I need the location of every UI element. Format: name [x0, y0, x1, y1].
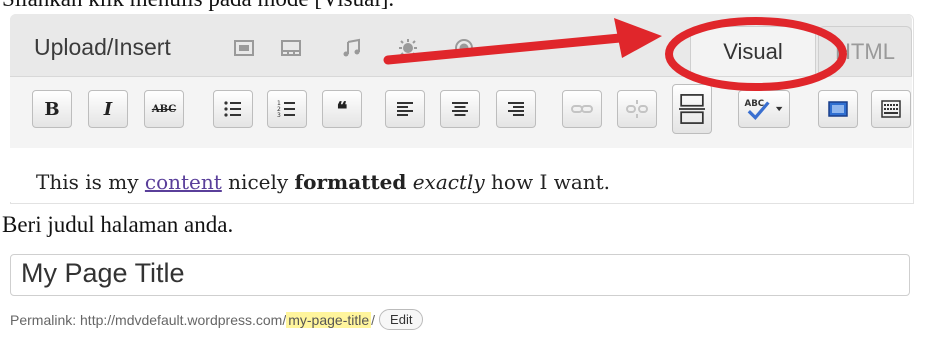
align-right-button[interactable] — [496, 90, 536, 128]
page-title-input[interactable]: My Page Title — [10, 254, 910, 296]
editor-content-text[interactable]: This is my content nicely formatted exac… — [36, 170, 610, 194]
content-bold-text: formatted — [294, 170, 407, 194]
audio-icon[interactable] — [341, 38, 363, 58]
svg-text:ABC: ABC — [745, 99, 765, 109]
instruction-page-title: Beri judul halaman anda. — [2, 212, 234, 237]
numbered-list-button[interactable]: 123 — [267, 90, 307, 128]
align-left-icon — [393, 97, 417, 121]
permalink-label: Permalink: http://mdvdefault.wordpress.c… — [10, 311, 287, 328]
edit-permalink-button[interactable]: Edit — [379, 309, 424, 330]
fullscreen-button[interactable] — [818, 90, 858, 128]
unlink-icon — [625, 97, 649, 121]
insert-more-button[interactable] — [672, 84, 712, 134]
align-center-button[interactable] — [440, 90, 480, 128]
permalink-slug: my-page-title — [286, 311, 372, 328]
bold-button[interactable]: B — [32, 90, 72, 128]
fullscreen-icon — [826, 97, 850, 121]
bold-label: B — [44, 98, 60, 120]
content-text-end: how I want. — [484, 170, 611, 194]
numbered-list-icon: 123 — [275, 97, 299, 121]
strikethrough-button[interactable]: ABC — [144, 90, 184, 128]
content-link[interactable]: content — [145, 170, 222, 194]
content-text-start: This is my — [36, 170, 145, 194]
instruction-visual-mode: Silahkan klik menulis pada mode [Visual]… — [2, 0, 394, 12]
upload-insert-label: Upload/Insert — [34, 34, 171, 60]
align-center-icon — [448, 97, 472, 121]
video-icon[interactable] — [280, 38, 302, 58]
kitchen-sink-icon — [879, 97, 903, 121]
spellcheck-button[interactable]: ABC — [738, 90, 790, 128]
kitchen-sink-button[interactable] — [871, 90, 911, 128]
permalink-row: Permalink: http://mdvdefault.wordpress.c… — [10, 309, 424, 330]
italic-label: I — [103, 98, 113, 120]
spellcheck-icon: ABC — [742, 96, 786, 122]
gallery-icon[interactable] — [453, 38, 475, 58]
tab-visual[interactable]: Visual — [690, 26, 816, 76]
image-icon[interactable] — [233, 38, 255, 58]
permalink-end: / — [371, 311, 376, 328]
strikethrough-label: ABC — [151, 103, 177, 115]
media-icon[interactable] — [397, 38, 419, 58]
italic-button[interactable]: I — [88, 90, 128, 128]
align-left-button[interactable] — [385, 90, 425, 128]
svg-text:3: 3 — [277, 112, 281, 119]
bullet-list-button[interactable] — [213, 90, 253, 128]
blockquote-icon: ❝ — [336, 97, 348, 121]
content-italic-text: exactly — [412, 170, 485, 194]
unlink-button[interactable] — [617, 90, 657, 128]
link-icon — [570, 97, 594, 121]
blockquote-button[interactable]: ❝ — [322, 90, 362, 128]
more-tag-icon — [679, 92, 705, 126]
link-button[interactable] — [562, 90, 602, 128]
tab-html[interactable]: HTML — [818, 26, 912, 76]
align-right-icon — [504, 97, 528, 121]
bullet-list-icon — [221, 97, 245, 121]
content-text-middle: nicely — [221, 170, 295, 194]
